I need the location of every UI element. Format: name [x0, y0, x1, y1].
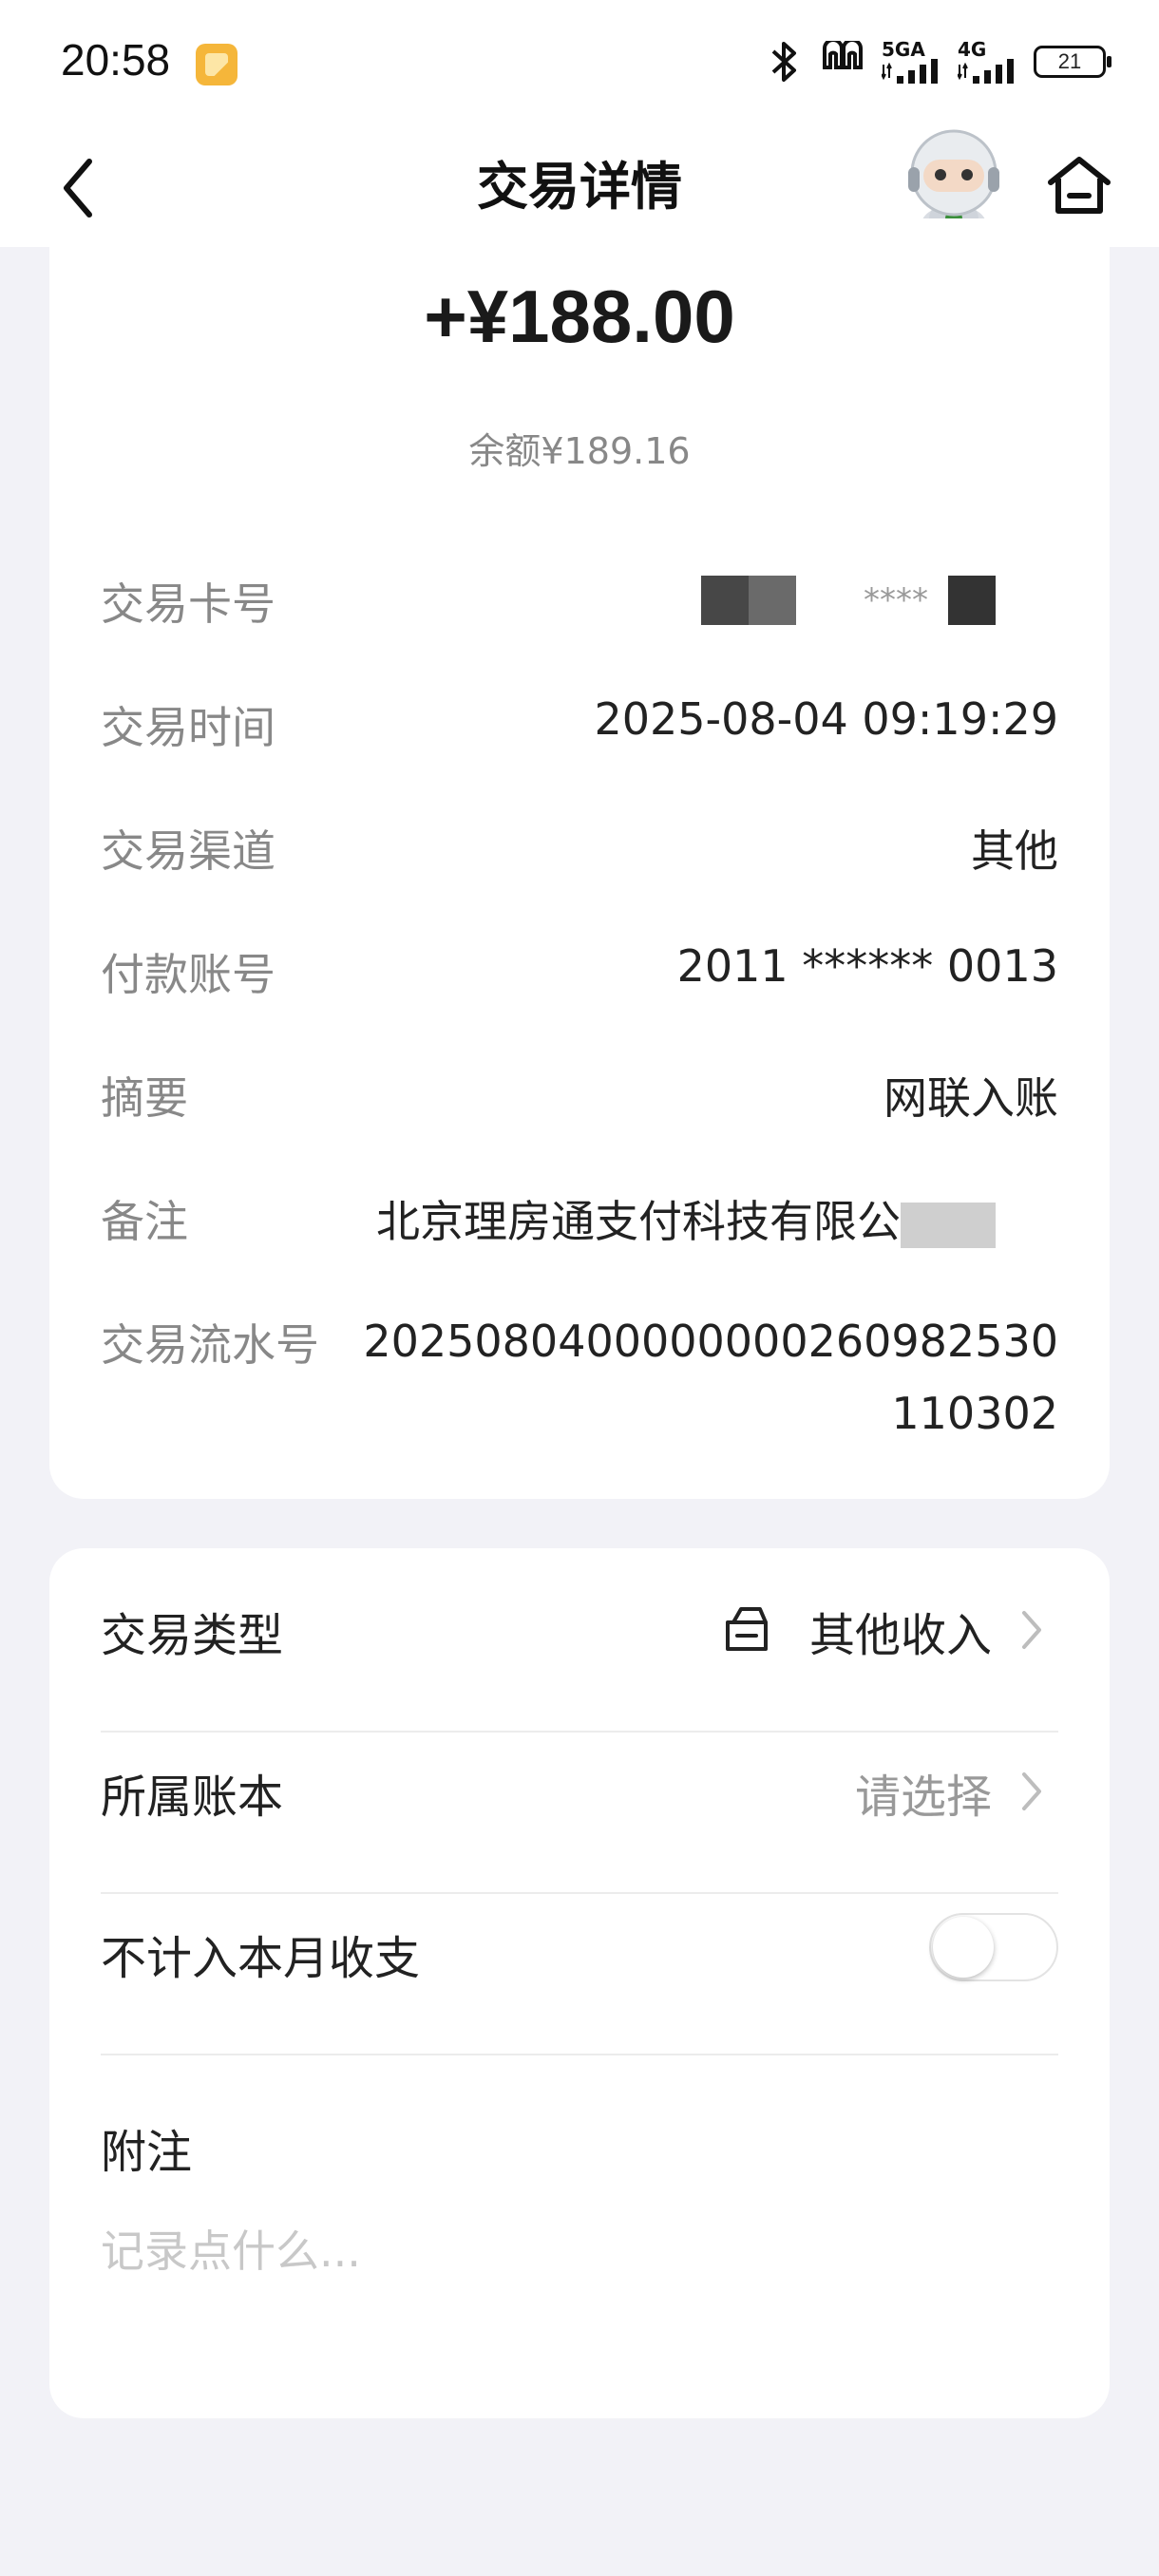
info-row-card-number: 交易卡号 **** [101, 570, 1058, 636]
exclude-month-label: 不计入本月收支 [101, 1932, 421, 1985]
transaction-amount: +¥188.00 [424, 275, 735, 358]
transaction-remark: 北京理房通支付科技有限公 [376, 1187, 996, 1250]
transaction-type-label: 交易类型 [101, 1609, 284, 1662]
exclude-month-row: 不计入本月收支 [101, 1871, 1058, 2031]
card-number-masked: **** [701, 574, 996, 627]
summary-label: 摘要 [101, 1072, 188, 1124]
status-icons: 5GA 4G 21 [766, 38, 1112, 85]
transaction-type-row[interactable]: 交易类型 其他收入 [101, 1548, 1058, 1708]
transaction-summary: 网联入账 [884, 1072, 1058, 1124]
redaction-block [749, 576, 796, 625]
status-bar: 20:58 5GA 4G 21 [0, 0, 1159, 123]
home-icon[interactable] [1041, 148, 1117, 224]
info-row-serial: 交易流水号 2025080400000000260982530110302 [101, 1311, 1058, 1439]
toggle-knob [933, 1917, 994, 1978]
transaction-channel: 其他 [971, 825, 1058, 877]
card-number-label: 交易卡号 [101, 578, 276, 630]
card-number-visible: **** [864, 581, 928, 619]
payer-account-label: 付款账号 [101, 949, 276, 1000]
signal-bars-icon [958, 59, 1014, 84]
serial-label: 交易流水号 [101, 1319, 319, 1371]
earbuds-icon [823, 41, 863, 69]
chevron-right-icon [1022, 1772, 1041, 1810]
transaction-detail-card: +¥188.00 余额¥189.16 交易卡号 **** 交易时间 2025-0… [49, 218, 1110, 1499]
transaction-type-value: 其他收入 [808, 1609, 992, 1662]
account-balance: 余额¥189.16 [468, 430, 691, 472]
transaction-settings-card: 交易类型 其他收入 所属账本 请选择 不计入本月收支 附注 [49, 1548, 1110, 2418]
ledger-label: 所属账本 [101, 1771, 284, 1824]
ledger-value: 请选择 [854, 1771, 992, 1824]
info-row-payer-account: 付款账号 2011 ****** 0013 [101, 940, 1058, 1007]
time-label: 交易时间 [101, 702, 276, 753]
network-label-4g: 4G [958, 38, 987, 61]
remark-label: 备注 [101, 1196, 188, 1247]
info-row-remark: 备注 北京理房通支付科技有限公 [101, 1187, 1058, 1254]
chevron-right-icon [1022, 1611, 1041, 1649]
info-row-time: 交易时间 2025-08-04 09:19:29 [101, 693, 1058, 760]
note-input[interactable] [101, 2213, 1051, 2289]
exclude-month-toggle[interactable] [929, 1913, 1058, 1981]
bluetooth-icon [771, 42, 796, 82]
note-label: 附注 [101, 2126, 193, 2179]
channel-label: 交易渠道 [101, 825, 276, 877]
signal-5ga: 5GA [882, 40, 942, 84]
network-label-5ga: 5GA [882, 38, 925, 61]
category-icon [726, 1607, 768, 1651]
signal-bars-icon [882, 59, 938, 84]
divider [101, 2054, 1058, 2055]
ledger-row[interactable]: 所属账本 请选择 [101, 1710, 1058, 1869]
redaction-block [948, 576, 996, 625]
transaction-time: 2025-08-04 09:19:29 [594, 693, 1058, 745]
signal-4g: 4G [958, 40, 1018, 84]
info-row-summary: 摘要 网联入账 [101, 1064, 1058, 1130]
transaction-remark-text: 北京理房通支付科技有限公 [376, 1196, 901, 1247]
payer-account-number: 2011 ****** 0013 [676, 940, 1058, 992]
redaction-block [701, 576, 749, 625]
transaction-serial-number: 2025080400000000260982530110302 [363, 1316, 1058, 1439]
battery-icon: 21 [1034, 46, 1112, 78]
redaction-block [901, 1202, 996, 1248]
notification-app-icon [196, 44, 238, 85]
info-row-channel: 交易渠道 其他 [101, 817, 1058, 883]
status-time: 20:58 [61, 35, 171, 85]
